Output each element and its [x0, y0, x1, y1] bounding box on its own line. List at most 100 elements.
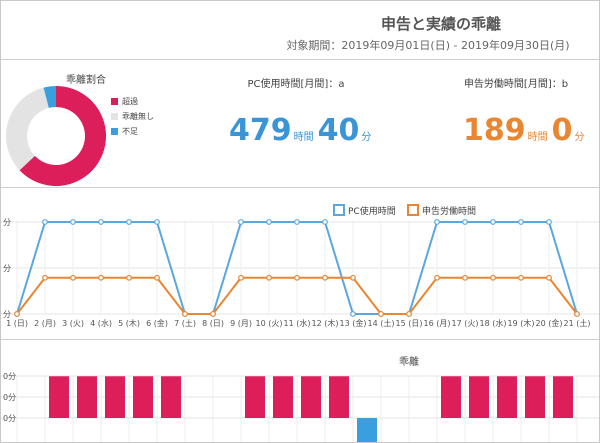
line-legend-label-1: 申告労働時間: [422, 205, 476, 217]
line-x-tick-4: 5 (木): [118, 318, 140, 328]
bar-5: [161, 376, 181, 418]
line-legend-swatch-1: [407, 204, 419, 216]
bar-4: [133, 376, 153, 418]
line-point-1-1: [42, 274, 48, 281]
line-point-0-15: [434, 219, 440, 225]
line-x-tick-8: 9 (月): [230, 319, 252, 328]
declared-minutes-unit: 分: [574, 132, 585, 143]
line-point-0-3: [98, 219, 104, 225]
line-point-1-2: [70, 274, 76, 281]
line-x-tick-6: 7 (土): [174, 318, 196, 328]
pc-minutes-unit: 分: [361, 132, 372, 143]
line-x-tick-16: 17 (火): [452, 319, 479, 328]
line-x-tick-18: 19 (木): [508, 318, 535, 328]
declared-value: 189 時間 0 分: [463, 113, 589, 148]
line-x-tick-1: 2 (月): [34, 319, 56, 328]
bar-16: [469, 376, 489, 418]
line-x-tick-15: 16 (月): [424, 319, 451, 328]
line-x-tick-5: 6 (金): [146, 318, 168, 328]
pc-usage-label: PC使用時間[月間]：a: [247, 79, 345, 90]
line-point-0-4: [126, 219, 132, 225]
bar-8: [245, 376, 265, 418]
pc-minutes: 40: [317, 113, 360, 148]
line-x-tick-3: 4 (水): [90, 318, 112, 328]
line-y-tick-0: 分: [3, 218, 11, 227]
line-point-1-10: [294, 274, 300, 281]
line-point-1-12: [350, 274, 356, 281]
declared-hours: 189: [463, 113, 526, 148]
line-x-tick-14: 15 (日): [396, 319, 423, 328]
line-x-tick-7: 8 (日): [202, 319, 224, 328]
header-divider: [1, 59, 599, 60]
bar-12: [357, 418, 377, 442]
report-panel: 申告と実績の乖離 対象期間：2019年09月01日(日) - 2019年09月3…: [0, 0, 600, 443]
bar-2: [77, 376, 97, 418]
line-point-1-19: [546, 274, 552, 281]
line-legend-label-0: PC使用時間: [348, 205, 396, 217]
line-x-tick-12: 13 (金): [340, 318, 367, 328]
bar-11: [329, 376, 349, 418]
legend-label-short: 不足: [122, 127, 138, 136]
line-point-1-5: [154, 274, 160, 281]
bar-3: [105, 376, 125, 418]
line-x-tick-19: 20 (金): [536, 318, 563, 328]
legend-label-none: 乖離無し: [122, 112, 154, 121]
line-point-0-1: [42, 219, 48, 225]
line-point-1-4: [126, 274, 132, 281]
line-point-1-11: [322, 274, 328, 281]
line-point-0-18: [518, 219, 524, 225]
donut-legend-none: 乖離無し: [111, 111, 154, 122]
line-y-tick-2: 分: [3, 310, 11, 319]
line-point-0-11: [322, 219, 328, 225]
line-x-tick-20: 21 (土): [564, 318, 591, 328]
line-x-tick-13: 14 (土): [368, 318, 395, 328]
page-title: 申告と実績の乖離: [380, 15, 501, 33]
chart-divider: [1, 339, 599, 340]
line-legend-swatch-0: [333, 204, 345, 216]
line-point-1-13: [378, 311, 384, 317]
donut-chart: [5, 86, 107, 186]
line-point-0-12: [350, 311, 356, 317]
donut-legend-over: 超過: [111, 96, 138, 107]
bar-chart-title: 乖離: [399, 355, 419, 368]
line-point-0-2: [70, 219, 76, 225]
bar-19: [553, 376, 573, 418]
bar-9: [273, 376, 293, 418]
line-point-1-6: [182, 311, 188, 317]
line-point-1-14: [406, 311, 412, 317]
bar-y-tick-2: 0分: [3, 414, 16, 423]
bar-y-tick-1: 0分: [3, 393, 16, 402]
declared-label: 申告労働時間[月間]：b: [463, 79, 569, 90]
period-text: 対象期間：2019年09月01日(日) - 2019年09月30日(月): [286, 39, 570, 52]
line-x-tick-11: 12 (木): [312, 318, 339, 328]
line-y-tick-1: 分: [3, 264, 11, 273]
line-point-0-9: [266, 219, 272, 225]
line-point-1-15: [434, 274, 440, 281]
legend-swatch-over: [111, 98, 118, 105]
line-x-tick-2: 3 (火): [62, 319, 84, 328]
bar-10: [301, 376, 321, 418]
pc-usage-value: 479 時間 40 分: [229, 113, 375, 148]
pc-hours: 479: [229, 113, 292, 148]
line-point-0-16: [462, 219, 468, 225]
line-point-0-8: [238, 219, 244, 225]
line-point-1-16: [462, 274, 468, 281]
line-point-1-18: [518, 274, 524, 281]
line-point-0-10: [294, 219, 300, 225]
pc-hours-unit: 時間: [293, 132, 314, 143]
bar-15: [441, 376, 461, 418]
line-chart: 分分分1 (日) 2 (月) 3 (火) 4 (水) 5 (木) 6 (金) 7 (土) 8 …: [1, 204, 599, 328]
line-point-1-8: [238, 274, 244, 281]
declared-minutes: 0: [551, 113, 573, 148]
line-point-1-17: [490, 274, 496, 281]
bar-18: [525, 376, 545, 418]
legend-label-over: 超過: [122, 97, 138, 106]
donut-legend-short: 不足: [111, 126, 138, 137]
legend-swatch-none: [111, 113, 118, 120]
line-x-tick-9: 10 (火): [256, 319, 283, 328]
bar-17: [497, 376, 517, 418]
donut-slice-1: [5, 87, 49, 171]
declared-hours-unit: 時間: [527, 132, 548, 143]
bar-chart: 0分 0分 0分 乖離: [1, 355, 599, 442]
bar-1: [49, 376, 69, 418]
